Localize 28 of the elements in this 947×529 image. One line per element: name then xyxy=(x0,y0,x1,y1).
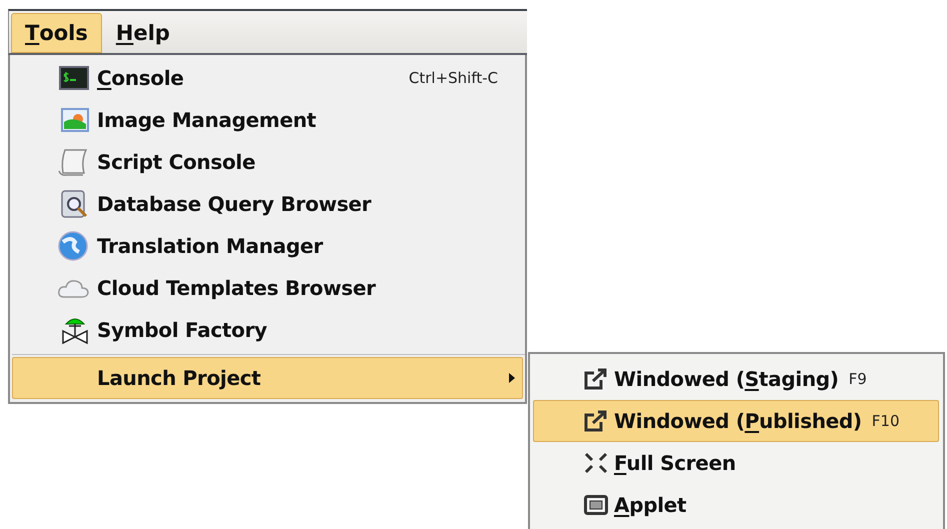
fullscreen-icon xyxy=(584,452,608,474)
menu-item[interactable]: Image Management xyxy=(97,108,316,132)
shortcut-label: Ctrl+Shift-C xyxy=(408,69,498,87)
menu-item[interactable]: Symbol Factory xyxy=(97,318,267,342)
image-icon xyxy=(61,108,89,132)
menu-item[interactable]: Windowed (Staging) xyxy=(614,367,839,391)
shortcut-label: F10 xyxy=(872,412,900,430)
globe-icon xyxy=(57,230,89,262)
menu-item[interactable]: Applet xyxy=(614,493,686,517)
menu-item[interactable]: Translation Manager xyxy=(97,234,323,258)
external-link-icon xyxy=(584,410,608,432)
submenu-arrow-icon xyxy=(508,372,516,384)
submenu-item[interactable]: Launch Project xyxy=(12,357,523,399)
menu-item[interactable]: Windowed (Published) xyxy=(614,409,862,433)
shortcut-label: F9 xyxy=(848,370,867,388)
menu-item[interactable]: Database Query Browser xyxy=(97,192,372,216)
window-icon xyxy=(584,495,608,515)
scroll-icon xyxy=(57,147,89,177)
cloud-icon xyxy=(57,277,89,299)
database-search-icon xyxy=(59,189,89,219)
external-link-icon xyxy=(584,368,608,390)
menu-item[interactable]: Console xyxy=(97,66,184,90)
menu-item[interactable]: Script Console xyxy=(97,150,256,174)
menu-bar-item[interactable]: Help xyxy=(102,13,184,53)
terminal-icon xyxy=(59,66,89,90)
menu-item[interactable]: Cloud Templates Browser xyxy=(97,276,376,300)
menu-item[interactable]: Full Screen xyxy=(614,451,736,475)
menu-bar-item[interactable]: Tools xyxy=(11,13,102,53)
